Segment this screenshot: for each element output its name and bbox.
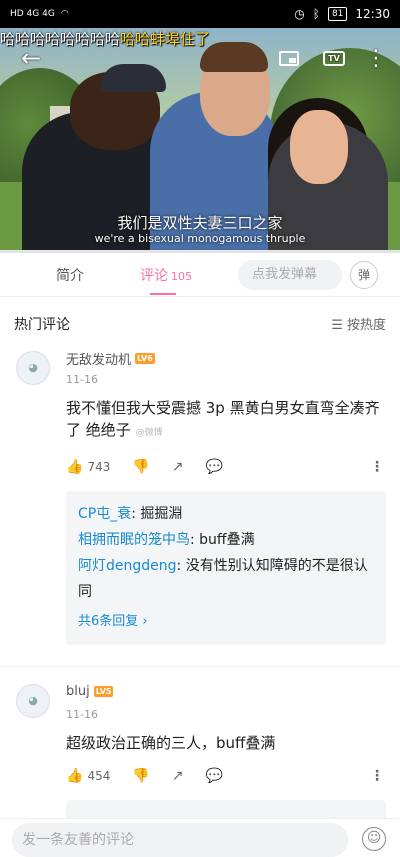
comment-body: 我不懂但我大受震撼 3p 黑黄白男女直弯全凑齐了 绝绝子 <box>66 399 380 439</box>
share-button[interactable]: ↗ <box>172 459 184 475</box>
reply-item: CP屯_衰: 掘掘淵 <box>78 501 374 527</box>
tab-intro[interactable]: 简介 <box>56 265 84 285</box>
replies-box[interactable]: CP屯_衰: 掘掘淵 相拥而眠的笼中鸟: buff叠满 阿灯dengdeng: … <box>66 491 386 645</box>
like-count: 743 <box>87 460 111 474</box>
reply-button[interactable]: 💬 <box>206 459 223 475</box>
comment-icon: 💬 <box>205 459 223 475</box>
comment-input[interactable]: 发一条友善的评论 <box>12 823 348 857</box>
clock: 12:30 <box>355 7 390 21</box>
network-indicators: HD 4G 4G ◠ <box>10 9 69 19</box>
share-button[interactable]: ↗ <box>172 768 184 784</box>
watermark: @微博 <box>135 428 163 438</box>
level-badge: LV6 <box>135 353 155 364</box>
comment-username[interactable]: 无敌发动机 LV6 <box>66 349 155 368</box>
emoji-button[interactable]: ☺ <box>362 827 386 851</box>
cast-button[interactable]: TV <box>320 44 348 72</box>
bottom-comment-bar: 发一条友善的评论 ☺ <box>0 818 400 857</box>
thumbs-down-icon: 👎 <box>132 459 150 475</box>
comment-date: 11-16 <box>66 708 98 721</box>
reply-button[interactable]: 💬 <box>206 768 223 784</box>
view-more-replies[interactable]: 共6条回复 › <box>78 609 374 635</box>
sort-button[interactable]: ☰ 按热度 <box>331 314 386 333</box>
reply-text: : buff叠满 <box>190 532 255 548</box>
reply-item: 阿灯dengdeng: 没有性别认知障碍的不是很认同 <box>78 553 374 605</box>
sort-icon: ☰ <box>331 318 347 333</box>
like-count: 454 <box>87 769 111 783</box>
smiley-icon: ☺ <box>366 830 382 846</box>
share-icon: ↗ <box>171 768 184 784</box>
reply-text: : 掘掘淵 <box>131 506 183 522</box>
danmaku-input[interactable]: 点我发弹幕 <box>238 260 342 290</box>
replies-box[interactable] <box>66 800 386 820</box>
avatar[interactable]: ◕ <box>16 351 50 385</box>
battery-icon: 81 <box>327 7 348 21</box>
bluetooth-icon: ᛒ <box>312 7 320 21</box>
divider <box>0 666 400 667</box>
share-icon: ↗ <box>171 459 184 475</box>
pip-button[interactable] <box>276 44 302 72</box>
reply-item: 相拥而眠的笼中鸟: buff叠满 <box>78 527 374 553</box>
comment-date: 11-16 <box>66 373 98 386</box>
wifi-icon: ◠ <box>60 9 69 19</box>
like-button[interactable]: 👍 743 <box>66 459 110 475</box>
tv-icon: TV <box>323 50 345 66</box>
comment-username[interactable]: bluj LV5 <box>66 684 114 699</box>
comment-more-button[interactable]: ⋮ <box>370 768 384 784</box>
more-options-button[interactable]: ⋮ <box>365 44 387 72</box>
thumbs-up-icon: 👍 <box>66 459 84 475</box>
danmaku-toggle-button[interactable]: 弹 <box>350 261 378 289</box>
video-player[interactable]: 哈哈哈哈哈哈哈哈哈哈蚌埠住了 ← TV ⋮ 我们是双性夫妻三口之家 we're … <box>0 28 400 252</box>
level-badge: LV5 <box>93 686 114 697</box>
comment-actions: 👍 454 👎 ↗ 💬 ⋮ <box>66 766 384 786</box>
sort-label: 按热度 <box>346 318 386 333</box>
tab-comments-label: 评论 <box>140 267 168 284</box>
comment-actions: 👍 743 👎 ↗ 💬 ⋮ <box>66 457 384 477</box>
subtitle-chinese: 我们是双性夫妻三口之家 <box>117 214 283 232</box>
username-text: bluj <box>66 684 90 699</box>
hot-comments-title: 热门评论 <box>14 317 70 333</box>
comment-more-button[interactable]: ⋮ <box>370 459 384 475</box>
reply-username[interactable]: 阿灯dengdeng <box>78 558 177 574</box>
back-button[interactable]: ← <box>16 44 46 72</box>
reply-username[interactable]: CP屯_衰 <box>78 506 131 522</box>
back-arrow-icon: ← <box>20 44 42 72</box>
alarm-icon: ◷ <box>294 7 305 21</box>
dislike-button[interactable]: 👎 <box>132 459 149 475</box>
tab-bar: 简介 评论 105 点我发弹幕 弹 <box>0 253 400 297</box>
comment-body: 超级政治正确的三人，buff叠满 <box>66 734 276 752</box>
thumbs-up-icon: 👍 <box>66 768 84 784</box>
comment-icon: 💬 <box>205 768 223 784</box>
status-bar: HD 4G 4G ◠ ◷ ᛒ 81 12:30 <box>0 0 400 28</box>
dislike-button[interactable]: 👎 <box>132 768 149 784</box>
tab-underline <box>150 293 176 295</box>
signal-icon: HD 4G 4G <box>10 9 55 19</box>
username-text: 无敌发动机 <box>66 353 132 368</box>
comment-count: 105 <box>171 269 192 283</box>
tab-comments[interactable]: 评论 105 <box>140 265 192 285</box>
picture-in-picture-icon <box>279 50 299 66</box>
comment-text: 我不懂但我大受震撼 3p 黑黄白男女直弯全凑齐了 绝绝子 @微博 <box>66 397 384 444</box>
like-button[interactable]: 👍 454 <box>66 768 110 784</box>
subtitle-english: we're a bisexual monogamous thruple <box>94 232 306 245</box>
danmaku-highlight: 哈哈蚌埠住了 <box>120 30 211 48</box>
reply-username[interactable]: 相拥而眠的笼中鸟 <box>78 532 190 548</box>
thumbs-down-icon: 👎 <box>132 768 150 784</box>
comment-text: 超级政治正确的三人，buff叠满 <box>66 732 384 754</box>
more-vertical-icon: ⋮ <box>365 45 387 71</box>
avatar[interactable]: ◕ <box>16 684 50 718</box>
